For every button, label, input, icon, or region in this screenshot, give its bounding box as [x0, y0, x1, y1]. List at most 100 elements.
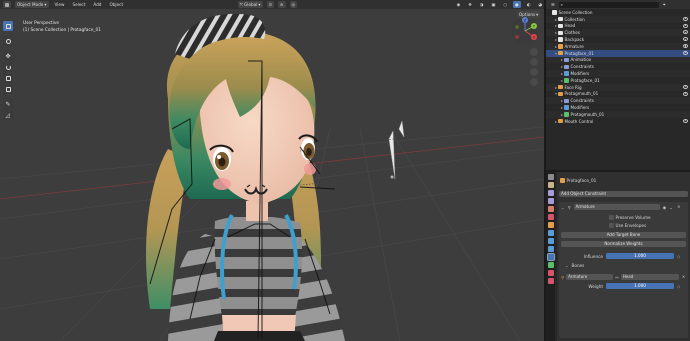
pivot-dropdown[interactable]: ⊙: [266, 1, 275, 8]
eye-icon[interactable]: [683, 16, 688, 21]
visibility-dropdown[interactable]: ◉: [455, 1, 463, 8]
eye-icon[interactable]: [683, 118, 688, 123]
constraint-tab-icon[interactable]: [546, 253, 555, 261]
3d-viewport[interactable]: Object Mode ▾ View Select Add Object ⤧ Glo…: [0, 0, 544, 341]
preserve-volume-row[interactable]: Preserve Volume: [609, 215, 651, 220]
outliner-row[interactable]: ▾ Protagface_01: [546, 49, 690, 57]
bone-target-field[interactable]: Armature: [566, 274, 614, 280]
constraint-name-field[interactable]: Armature: [573, 204, 660, 210]
gizmo-toggle[interactable]: ✥: [466, 1, 474, 8]
object-tab-icon[interactable]: [547, 222, 554, 228]
outliner-row[interactable]: ▸ Clothes: [546, 29, 690, 37]
shading-material[interactable]: ◐: [525, 1, 533, 8]
weight-slider[interactable]: 1.000: [606, 283, 674, 289]
scene-render[interactable]: [0, 9, 544, 341]
outliner-row[interactable]: ▸ Modifiers: [546, 70, 690, 77]
eye-icon[interactable]: [683, 50, 688, 55]
camera-icon[interactable]: [530, 68, 538, 76]
outliner-row[interactable]: ▸ Mouth Control: [546, 118, 690, 125]
use-envelopes-label: Use Envelopes: [615, 223, 647, 228]
outliner-row[interactable]: ▸ Protagmouth_01: [546, 110, 690, 118]
menu-select[interactable]: Select: [70, 1, 87, 8]
use-envelopes-checkbox[interactable]: [609, 223, 614, 228]
measure-tool[interactable]: ◿: [3, 110, 13, 120]
xray-toggle[interactable]: ▣: [489, 1, 497, 8]
texture-tab-icon[interactable]: [547, 278, 554, 284]
physics-tab-icon[interactable]: [547, 246, 554, 252]
eye-icon[interactable]: [683, 23, 688, 28]
close-icon[interactable]: ×: [680, 274, 687, 280]
eye-icon[interactable]: [683, 84, 688, 89]
output-tab-icon[interactable]: [547, 190, 554, 196]
bone-name-value: Head: [622, 274, 634, 279]
normalize-weights-button[interactable]: Normalize Weights: [561, 241, 686, 247]
outliner-row[interactable]: ▸ Armature: [546, 42, 690, 50]
add-target-bone-button[interactable]: Add Target Bone: [561, 232, 686, 238]
outliner-row[interactable]: ▸ Backpack: [546, 36, 690, 43]
menu-object[interactable]: Object: [107, 1, 125, 8]
mode-dropdown[interactable]: Object Mode ▾: [15, 1, 49, 8]
outliner-row[interactable]: ▸ Animation: [546, 56, 690, 64]
material-tab-icon[interactable]: [547, 270, 554, 276]
render-tab-icon[interactable]: [547, 182, 554, 188]
outliner-row[interactable]: ▸ Modifiers: [546, 104, 690, 111]
keyframe-dot-icon[interactable]: ◇: [677, 254, 680, 259]
tool-tab-icon[interactable]: [547, 174, 554, 180]
outliner-search-input[interactable]: ⌕: [558, 1, 659, 8]
proportional-edit-toggle[interactable]: ◎: [289, 1, 298, 8]
menu-view[interactable]: View: [53, 1, 67, 8]
select-box-tool[interactable]: [3, 21, 13, 31]
cursor-tool[interactable]: [3, 36, 13, 46]
use-envelopes-row[interactable]: Use Envelopes: [609, 223, 646, 228]
outliner-row[interactable]: ▸ Constraints: [546, 97, 690, 105]
shading-rendered[interactable]: ◕: [536, 1, 544, 8]
grid-icon[interactable]: [530, 78, 538, 86]
chevron-down-icon[interactable]: ⌄: [561, 205, 565, 210]
outliner-row[interactable]: ▸ Head: [546, 23, 690, 30]
eye-icon[interactable]: ◉: [663, 205, 667, 210]
shading-solid[interactable]: ●: [513, 1, 521, 8]
modifier-tab-icon[interactable]: [547, 230, 554, 236]
editor-type-button[interactable]: [3, 1, 11, 8]
influence-slider[interactable]: 1.000: [606, 253, 674, 259]
close-icon[interactable]: ×: [675, 204, 682, 210]
particles-tab-icon[interactable]: [547, 238, 554, 244]
cube-icon: [5, 2, 9, 7]
rotate-tool[interactable]: [3, 62, 13, 72]
navigation-gizmo[interactable]: Z Y X: [510, 16, 540, 46]
outliner-editor-type[interactable]: ☰: [549, 1, 557, 8]
scale-tool[interactable]: [3, 73, 13, 83]
transform-tool[interactable]: [3, 84, 13, 94]
annotate-tool[interactable]: ✎: [3, 99, 13, 109]
eye-icon[interactable]: [683, 91, 688, 96]
preserve-volume-checkbox[interactable]: [609, 215, 614, 220]
eye-icon[interactable]: [683, 37, 688, 42]
zoom-icon[interactable]: [530, 48, 538, 56]
hand-icon[interactable]: [530, 58, 538, 66]
view-layer-tab-icon[interactable]: [547, 198, 554, 204]
bones-subpanel-header[interactable]: ⌄ Bones: [565, 263, 584, 268]
eye-icon[interactable]: [683, 43, 688, 48]
snap-toggle[interactable]: ⋔: [278, 1, 286, 8]
overlay-toggle[interactable]: ◑: [478, 1, 486, 8]
outliner-row[interactable]: ▸ Constraints: [546, 63, 690, 70]
outliner[interactable]: Scene Collection ▸ Collection ▸ Head ▸ Clothes…: [546, 9, 690, 170]
world-tab-icon[interactable]: [547, 214, 554, 220]
outliner-row[interactable]: Scene Collection: [546, 9, 690, 16]
move-tool[interactable]: ✥: [3, 51, 13, 61]
transform-orientation-dropdown[interactable]: ⤧ Global ▾: [237, 1, 263, 8]
scene-tab-icon[interactable]: [547, 206, 554, 212]
dropdown-chevron-icon[interactable]: ⌄: [669, 205, 673, 210]
eye-icon[interactable]: [683, 30, 688, 35]
outliner-row[interactable]: ▸ Protagface_01: [546, 77, 690, 84]
shading-wireframe[interactable]: ○: [501, 1, 509, 8]
filter-button[interactable]: ⏷: [661, 1, 668, 8]
outliner-row[interactable]: ▸ Face Rig: [546, 83, 690, 91]
bone-name-field[interactable]: Head: [620, 274, 679, 280]
outliner-row[interactable]: ▸ Collection: [546, 15, 690, 23]
data-tab-icon[interactable]: [547, 262, 554, 268]
outliner-row[interactable]: ▾ Protagmouth_01: [546, 91, 690, 98]
menu-add[interactable]: Add: [91, 1, 103, 8]
keyframe-dot-icon[interactable]: ◇: [677, 284, 680, 289]
add-constraint-dropdown[interactable]: Add Object Constraint: [559, 191, 688, 197]
